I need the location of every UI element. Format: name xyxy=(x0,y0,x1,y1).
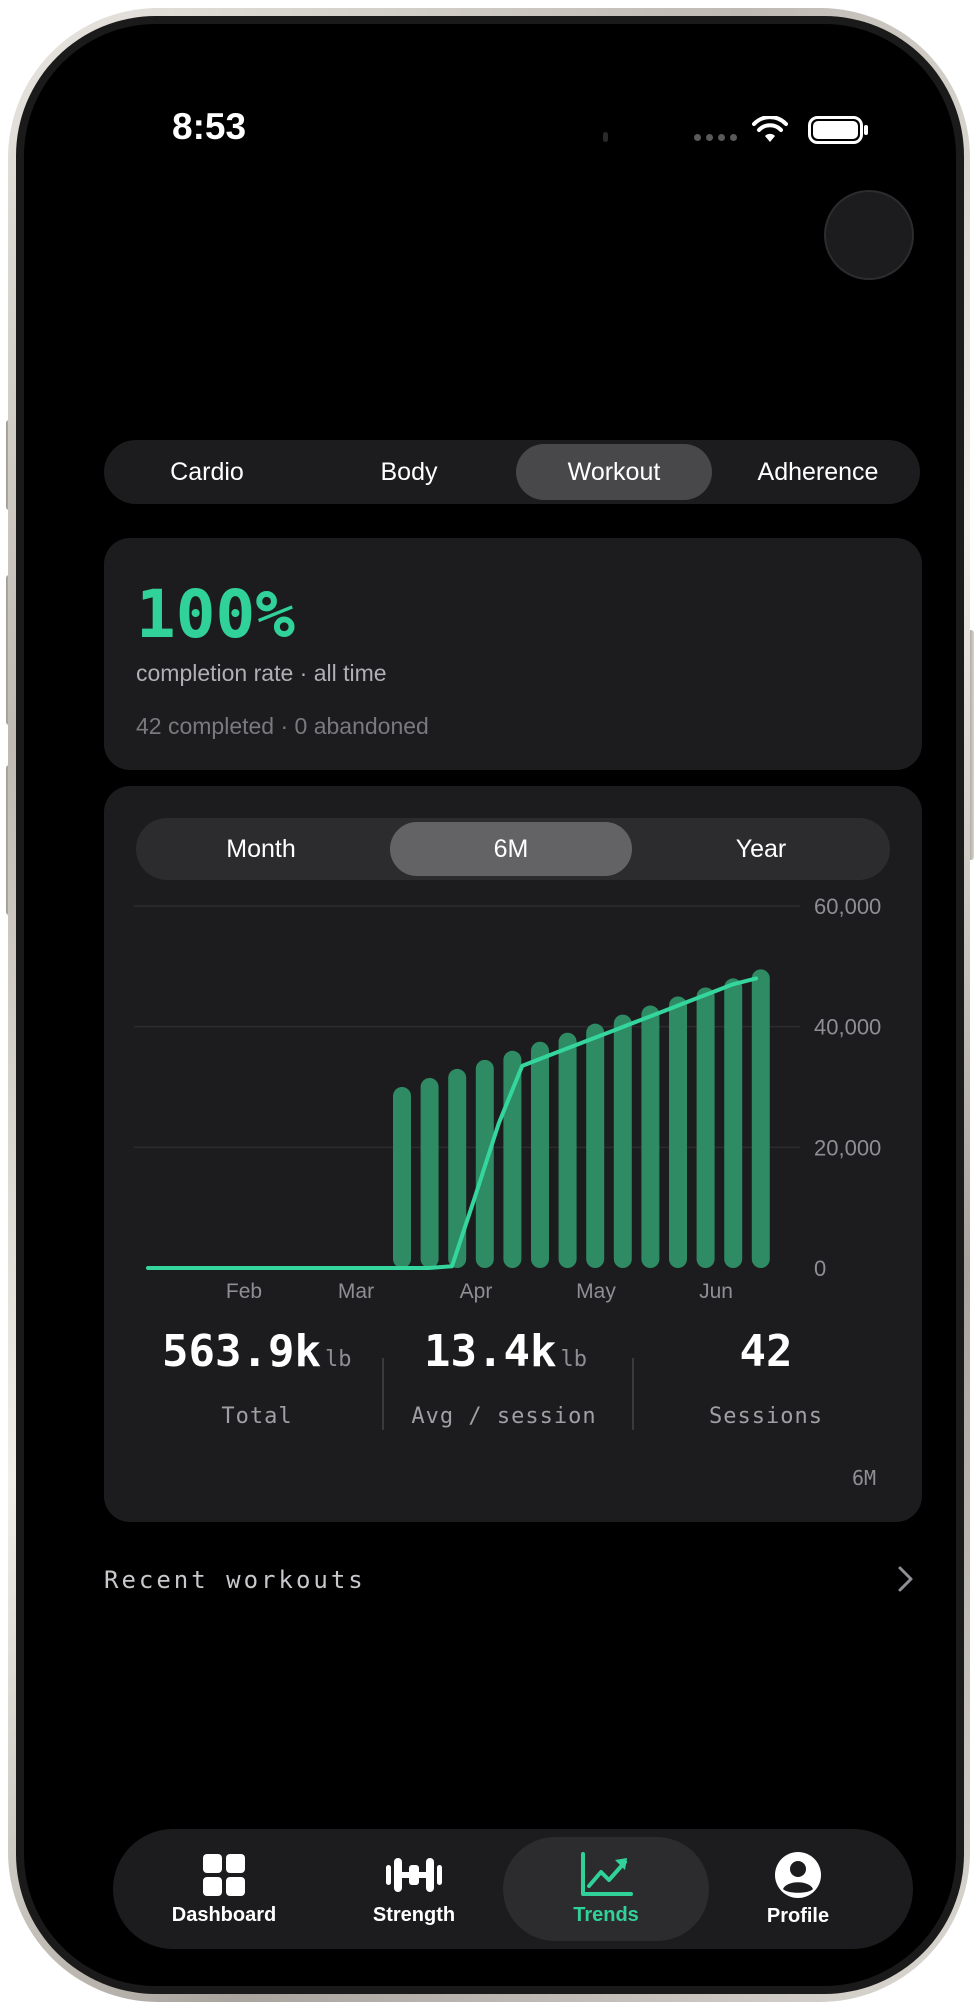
x-tick-label: Feb xyxy=(226,1280,262,1303)
x-tick-label: Jun xyxy=(699,1280,733,1303)
chart-bar xyxy=(420,1077,439,1268)
x-tick-label: Apr xyxy=(460,1280,493,1303)
stat-total: 563.9k lb xyxy=(162,1326,351,1377)
stat-sessions-label: Sessions xyxy=(709,1404,823,1429)
tab-dashboard-label: Dashboard xyxy=(171,1903,277,1926)
chart-bar xyxy=(669,996,687,1268)
y-tick-label: 0 xyxy=(814,1256,826,1281)
stat-total-label: Total xyxy=(221,1404,293,1429)
completion-card: 100% completion rate · all time 42 compl… xyxy=(104,538,922,770)
stat-divider xyxy=(632,1358,634,1430)
grid-icon xyxy=(203,1853,245,1896)
y-tick-label: 60,000 xyxy=(814,896,881,919)
stat-divider xyxy=(382,1358,384,1430)
cellular-signal-icon xyxy=(694,134,737,141)
stat-avg: 13.4k lb xyxy=(424,1326,587,1377)
chart-bar xyxy=(696,987,715,1268)
completion-detail: 42 completed · 0 abandoned xyxy=(136,713,429,739)
stat-avg-value: 13.4k xyxy=(424,1326,557,1377)
volume-chart: 60,000 40,000 20,000 0 Feb Mar Apr May Jun xyxy=(134,896,881,1303)
tab-adherence[interactable]: Adherence xyxy=(720,444,916,500)
y-tick-label: 40,000 xyxy=(814,1015,881,1040)
volume-chart-card: Month 6M Year 60,000 40,000 20,000 0 Feb Mar A… xyxy=(104,786,922,1522)
tab-profile-label: Profile xyxy=(766,1904,830,1927)
chart-bar xyxy=(586,1023,605,1268)
chart-bar xyxy=(531,1041,549,1268)
chart-bar xyxy=(558,1032,577,1268)
period-year[interactable]: Year xyxy=(640,822,882,876)
stat-total-unit: lb xyxy=(324,1347,352,1372)
completion-percent: 100% xyxy=(136,576,295,653)
x-tick-label: Mar xyxy=(338,1280,374,1303)
screen: 8:53 Cardio Body Workout Adherence 100% … xyxy=(24,24,956,1986)
trend-chart-icon xyxy=(581,1851,633,1896)
period-month[interactable]: Month xyxy=(140,822,382,876)
x-tick-label: May xyxy=(576,1280,616,1303)
recent-workouts-header[interactable]: Recent workouts xyxy=(104,1566,366,1594)
status-time: 8:53 xyxy=(172,106,247,147)
tab-body[interactable]: Body xyxy=(314,444,504,500)
stat-avg-label: Avg / session xyxy=(411,1404,597,1429)
y-tick-label: 20,000 xyxy=(814,1135,881,1160)
chart-bar xyxy=(503,1050,522,1268)
camera-dot xyxy=(603,132,608,142)
tab-workout[interactable]: Workout xyxy=(516,444,712,500)
chart-bar xyxy=(724,978,743,1268)
completion-label: completion rate · all time xyxy=(136,660,387,686)
tab-dashboard[interactable]: Dashboard xyxy=(121,1837,327,1941)
person-circle-icon xyxy=(775,1851,821,1898)
tab-strength[interactable]: Strength xyxy=(311,1837,517,1941)
stat-sessions: 42 xyxy=(704,1326,828,1377)
chart-bar xyxy=(448,1068,467,1268)
tab-trends[interactable]: Trends xyxy=(503,1837,709,1941)
period-selector: Month 6M Year xyxy=(136,818,890,880)
tab-trends-label: Trends xyxy=(573,1903,639,1926)
stats-period-label: 6M xyxy=(852,1466,877,1490)
dumbbell-icon xyxy=(386,1857,442,1892)
tab-profile[interactable]: Profile xyxy=(695,1837,901,1941)
tab-strength-label: Strength xyxy=(372,1903,456,1926)
chart-bar xyxy=(393,1087,411,1268)
stat-avg-unit: lb xyxy=(560,1347,587,1372)
chart-bar xyxy=(751,969,770,1268)
chevron-right-icon[interactable] xyxy=(896,1564,916,1594)
chart-bar xyxy=(613,1014,632,1268)
category-tabs: Cardio Body Workout Adherence xyxy=(104,440,920,504)
avatar[interactable] xyxy=(824,190,914,280)
stat-total-value: 563.9k xyxy=(162,1326,321,1377)
period-6m[interactable]: 6M xyxy=(390,822,632,876)
tab-cardio[interactable]: Cardio xyxy=(112,444,302,500)
tab-bar: Dashboard Strength Trends Profile xyxy=(113,1829,913,1949)
chart-bar xyxy=(641,1005,660,1268)
battery-icon xyxy=(808,116,868,144)
wifi-icon xyxy=(752,116,788,142)
stat-sessions-value: 42 xyxy=(739,1326,793,1377)
